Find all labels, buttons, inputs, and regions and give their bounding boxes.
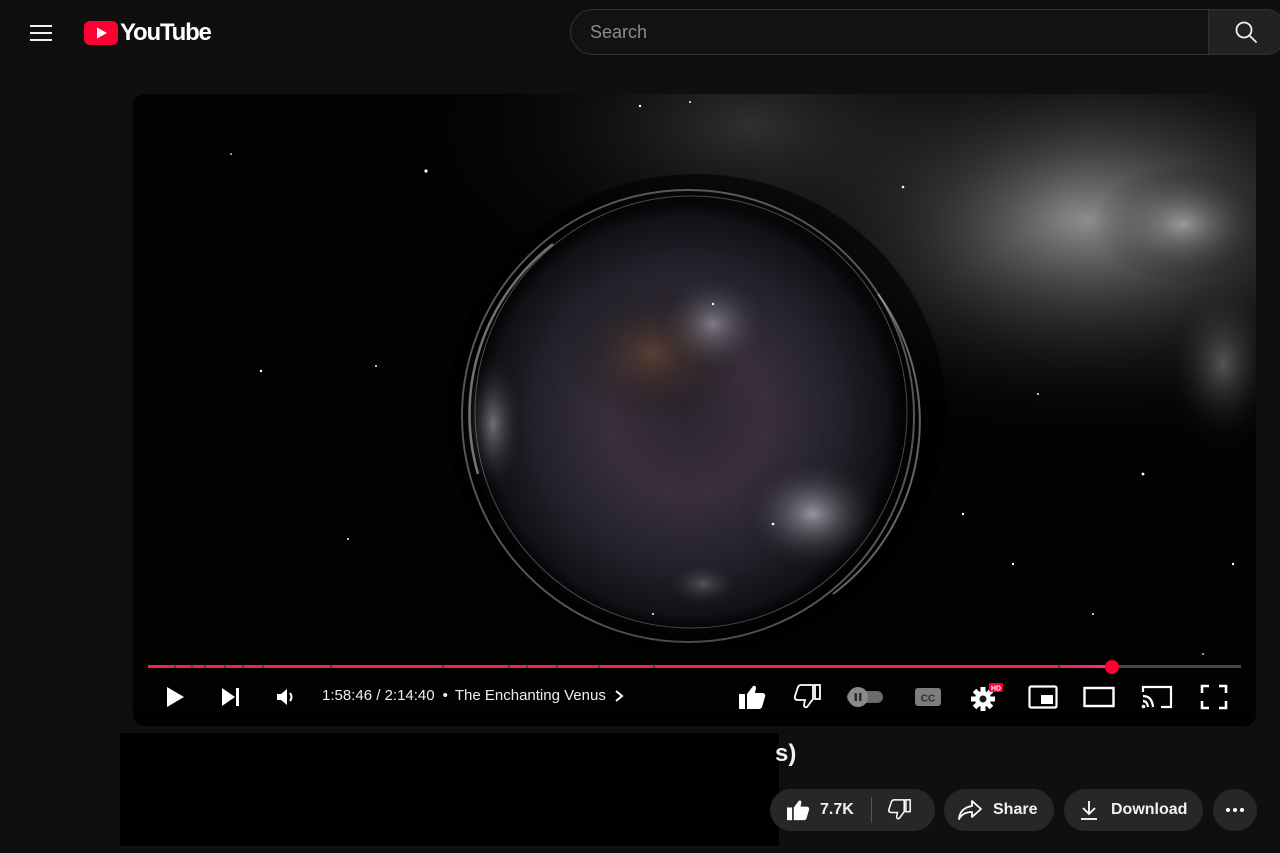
thumbs-down-icon xyxy=(887,799,911,820)
chapter-button[interactable]: The Enchanting Venus xyxy=(455,687,626,704)
more-horizontal-icon xyxy=(1226,808,1244,812)
progress-played-segment xyxy=(206,665,224,668)
hd-badge: HD xyxy=(991,685,1001,692)
progress-played-segment xyxy=(193,665,204,668)
fullscreen-icon xyxy=(1200,684,1228,710)
progress-bar[interactable] xyxy=(148,660,1241,674)
share-label: Share xyxy=(993,801,1038,818)
more-actions-button[interactable] xyxy=(1213,789,1257,831)
share-arrow-icon xyxy=(958,800,982,820)
progress-played-segment xyxy=(510,665,526,668)
settings-button[interactable]: HD xyxy=(966,676,1006,718)
progress-played-segment xyxy=(176,665,191,668)
miniplayer-button[interactable] xyxy=(1024,676,1062,718)
theater-mode-button[interactable] xyxy=(1080,676,1118,718)
logo-wordmark: YouTube xyxy=(120,19,212,46)
fullscreen-button[interactable] xyxy=(1195,676,1233,718)
hamburger-menu-icon xyxy=(30,25,52,41)
dislike-button[interactable] xyxy=(872,789,928,831)
closed-captions-icon: CC xyxy=(915,688,941,706)
youtube-play-logo xyxy=(84,21,118,45)
skip-next-icon xyxy=(222,688,239,706)
like-count: 7.7K xyxy=(820,801,854,818)
next-button[interactable] xyxy=(213,676,249,718)
like-button[interactable]: 7.7K xyxy=(770,789,854,831)
download-icon xyxy=(1081,801,1097,820)
youtube-logo[interactable]: YouTube xyxy=(84,19,212,46)
mute-button[interactable] xyxy=(268,676,304,718)
scrubber-handle[interactable] xyxy=(1105,660,1119,674)
guide-menu-button[interactable] xyxy=(22,14,60,52)
progress-played-segment xyxy=(226,665,242,668)
search-button[interactable] xyxy=(1208,9,1280,55)
progress-played-segment xyxy=(332,665,442,668)
time-separator: / xyxy=(372,687,385,704)
chevron-right-icon xyxy=(615,689,624,702)
autoplay-toggle-icon xyxy=(847,687,883,707)
captions-label: CC xyxy=(921,694,935,705)
progress-played-segment xyxy=(244,665,262,668)
share-button[interactable]: Share xyxy=(944,789,1054,831)
chapter-title: The Enchanting Venus xyxy=(454,687,606,704)
progress-played-segment xyxy=(1060,665,1110,668)
gear-icon: HD xyxy=(971,683,1003,711)
download-button[interactable]: Download xyxy=(1064,789,1203,831)
theater-mode-icon xyxy=(1083,686,1115,708)
video-title: s) xyxy=(775,740,797,767)
player-like-button[interactable] xyxy=(734,676,770,718)
autoplay-toggle[interactable] xyxy=(842,676,888,718)
progress-played-segment xyxy=(655,665,1058,668)
redacted-region xyxy=(120,733,779,846)
video-player[interactable]: 1:58:46 / 2:14:40 • The Enchanting Venus xyxy=(133,94,1256,726)
duration: 2:14:40 xyxy=(384,687,435,704)
volume-icon xyxy=(277,689,293,705)
progress-played-segment xyxy=(444,665,508,668)
cast-icon xyxy=(1141,685,1173,709)
thumbs-up-icon xyxy=(739,685,766,709)
progress-played-segment xyxy=(148,665,174,668)
cast-button[interactable] xyxy=(1138,676,1176,718)
play-icon xyxy=(167,687,184,707)
search-box xyxy=(570,9,1210,55)
player-controls: 1:58:46 / 2:14:40 • The Enchanting Venus xyxy=(133,676,1256,718)
magnifier-icon xyxy=(1235,21,1257,43)
masthead: YouTube xyxy=(0,0,1280,64)
thumbs-down-icon xyxy=(794,684,821,709)
miniplayer-icon xyxy=(1028,685,1058,709)
captions-button[interactable]: CC xyxy=(909,676,947,718)
download-label: Download xyxy=(1111,801,1188,818)
time-display: 1:58:46 / 2:14:40 • The Enchanting Venus xyxy=(322,687,626,704)
thumbs-up-icon xyxy=(787,800,810,821)
progress-played-segment xyxy=(558,665,598,668)
like-dislike-group: 7.7K xyxy=(770,789,935,831)
search-input[interactable] xyxy=(571,10,1210,54)
current-time: 1:58:46 xyxy=(322,687,373,704)
progress-played-segment xyxy=(600,665,653,668)
play-button[interactable] xyxy=(157,676,193,718)
progress-played-segment xyxy=(528,665,556,668)
player-dislike-button[interactable] xyxy=(790,676,826,718)
progress-played-segment xyxy=(264,665,330,668)
chapter-dot: • xyxy=(442,687,448,704)
